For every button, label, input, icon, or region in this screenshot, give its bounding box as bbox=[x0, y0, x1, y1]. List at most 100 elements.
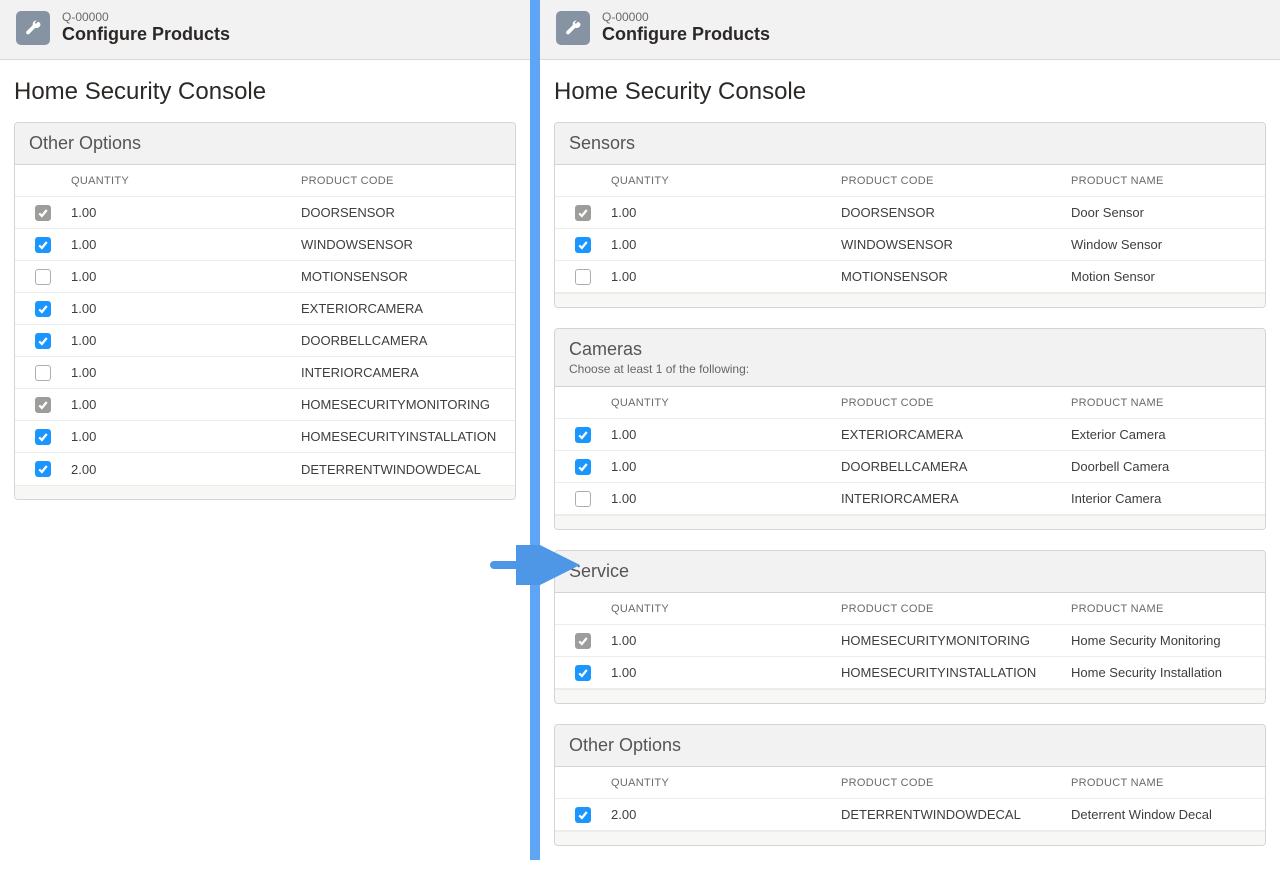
checkbox[interactable] bbox=[35, 301, 51, 317]
group-header: Cameras Choose at least 1 of the followi… bbox=[555, 329, 1265, 387]
cell-product-code: HOMESECURITYINSTALLATION bbox=[837, 659, 1067, 686]
cell-quantity: 1.00 bbox=[67, 263, 297, 290]
checkbox[interactable] bbox=[575, 491, 591, 507]
group-header: Service bbox=[555, 551, 1265, 593]
cell-quantity: 1.00 bbox=[67, 423, 297, 450]
col-quantity: QUANTITY bbox=[607, 389, 837, 417]
wrench-icon bbox=[556, 11, 590, 45]
table-row: 1.00 HOMESECURITYMONITORING Home Securit… bbox=[555, 625, 1265, 657]
table-row: 2.00 DETERRENTWINDOWDECAL bbox=[15, 453, 515, 485]
group-header: Sensors bbox=[555, 123, 1265, 165]
table-row: 1.00 WINDOWSENSOR Window Sensor bbox=[555, 229, 1265, 261]
group-header: Other Options bbox=[15, 123, 515, 165]
group-name: Sensors bbox=[569, 133, 1251, 154]
wrench-icon bbox=[16, 11, 50, 45]
cell-quantity: 1.00 bbox=[607, 199, 837, 226]
col-product-code: PRODUCT CODE bbox=[297, 167, 515, 195]
checkbox[interactable] bbox=[35, 365, 51, 381]
cell-product-name: Window Sensor bbox=[1067, 231, 1265, 258]
checkbox[interactable] bbox=[575, 237, 591, 253]
cell-quantity: 1.00 bbox=[67, 327, 297, 354]
page-title: Home Security Console bbox=[14, 78, 516, 106]
group: Service QUANTITY PRODUCT CODE PRODUCT NA… bbox=[554, 550, 1266, 704]
cell-product-name: Interior Camera bbox=[1067, 485, 1265, 512]
checkbox[interactable] bbox=[35, 429, 51, 445]
checkbox[interactable] bbox=[35, 269, 51, 285]
checkbox[interactable] bbox=[575, 427, 591, 443]
cell-quantity: 1.00 bbox=[607, 231, 837, 258]
table-row: 1.00 HOMESECURITYINSTALLATION bbox=[15, 421, 515, 453]
table-row: 1.00 DOORBELLCAMERA bbox=[15, 325, 515, 357]
cell-product-code: MOTIONSENSOR bbox=[837, 263, 1067, 290]
cell-quantity: 1.00 bbox=[67, 231, 297, 258]
panel-divider bbox=[530, 0, 540, 860]
table-row: 1.00 MOTIONSENSOR Motion Sensor bbox=[555, 261, 1265, 293]
cell-product-code: DETERRENTWINDOWDECAL bbox=[297, 456, 515, 483]
table-row: 1.00 MOTIONSENSOR bbox=[15, 261, 515, 293]
table-row: 1.00 EXTERIORCAMERA bbox=[15, 293, 515, 325]
column-headers: QUANTITY PRODUCT CODE PRODUCT NAME bbox=[555, 767, 1265, 799]
page-title: Home Security Console bbox=[554, 78, 1266, 106]
cell-product-code: MOTIONSENSOR bbox=[297, 263, 515, 290]
cell-product-code: EXTERIORCAMERA bbox=[297, 295, 515, 322]
cell-quantity: 1.00 bbox=[607, 263, 837, 290]
cell-product-code: INTERIORCAMERA bbox=[297, 359, 515, 386]
checkbox bbox=[35, 205, 51, 221]
cell-product-code: HOMESECURITYMONITORING bbox=[297, 391, 515, 418]
breadcrumb: Q-00000 bbox=[602, 10, 770, 24]
col-quantity: QUANTITY bbox=[67, 167, 297, 195]
cell-product-name: Home Security Monitoring bbox=[1067, 627, 1265, 654]
checkbox[interactable] bbox=[35, 333, 51, 349]
col-product-code: PRODUCT CODE bbox=[837, 167, 1067, 195]
cell-quantity: 1.00 bbox=[67, 359, 297, 386]
cell-product-code: DOORBELLCAMERA bbox=[297, 327, 515, 354]
checkbox[interactable] bbox=[35, 461, 51, 477]
checkbox bbox=[575, 205, 591, 221]
cell-product-code: HOMESECURITYMONITORING bbox=[837, 627, 1067, 654]
table-row: 2.00 DETERRENTWINDOWDECAL Deterrent Wind… bbox=[555, 799, 1265, 831]
group-name: Other Options bbox=[29, 133, 501, 154]
col-product-name: PRODUCT NAME bbox=[1067, 595, 1265, 623]
cell-quantity: 1.00 bbox=[607, 453, 837, 480]
checkbox[interactable] bbox=[575, 807, 591, 823]
group-name: Other Options bbox=[569, 735, 1251, 756]
cell-quantity: 1.00 bbox=[607, 627, 837, 654]
cell-quantity: 1.00 bbox=[607, 485, 837, 512]
cell-product-code: HOMESECURITYINSTALLATION bbox=[297, 423, 515, 450]
table-row: 1.00 INTERIORCAMERA bbox=[15, 357, 515, 389]
header: Q-00000 Configure Products bbox=[0, 0, 530, 60]
cell-product-code: INTERIORCAMERA bbox=[837, 485, 1067, 512]
group-footer bbox=[555, 689, 1265, 703]
cell-product-code: EXTERIORCAMERA bbox=[837, 421, 1067, 448]
page-title-header: Configure Products bbox=[602, 24, 770, 45]
group-footer bbox=[555, 831, 1265, 845]
col-product-name: PRODUCT NAME bbox=[1067, 389, 1265, 417]
checkbox bbox=[575, 633, 591, 649]
col-product-code: PRODUCT CODE bbox=[837, 769, 1067, 797]
checkbox[interactable] bbox=[575, 459, 591, 475]
group: Other Options QUANTITY PRODUCT CODE PROD… bbox=[554, 724, 1266, 846]
col-product-name: PRODUCT NAME bbox=[1067, 167, 1265, 195]
checkbox[interactable] bbox=[575, 269, 591, 285]
table-row: 1.00 INTERIORCAMERA Interior Camera bbox=[555, 483, 1265, 515]
cell-quantity: 1.00 bbox=[607, 421, 837, 448]
table-row: 1.00 HOMESECURITYINSTALLATION Home Secur… bbox=[555, 657, 1265, 689]
group-name: Cameras bbox=[569, 339, 1251, 360]
cell-quantity: 1.00 bbox=[67, 391, 297, 418]
group-name: Service bbox=[569, 561, 1251, 582]
group-header: Other Options bbox=[555, 725, 1265, 767]
group-footer bbox=[555, 515, 1265, 529]
column-headers: QUANTITY PRODUCT CODE PRODUCT NAME bbox=[555, 593, 1265, 625]
checkbox bbox=[35, 397, 51, 413]
cell-product-code: DOORSENSOR bbox=[297, 199, 515, 226]
cell-quantity: 2.00 bbox=[607, 801, 837, 828]
panel-after: Q-00000 Configure Products Home Security… bbox=[540, 0, 1280, 860]
table-row: 1.00 EXTERIORCAMERA Exterior Camera bbox=[555, 419, 1265, 451]
checkbox[interactable] bbox=[575, 665, 591, 681]
table-row: 1.00 DOORSENSOR Door Sensor bbox=[555, 197, 1265, 229]
column-headers: QUANTITY PRODUCT CODE PRODUCT NAME bbox=[555, 165, 1265, 197]
checkbox[interactable] bbox=[35, 237, 51, 253]
page-title-header: Configure Products bbox=[62, 24, 230, 45]
cell-product-code: DETERRENTWINDOWDECAL bbox=[837, 801, 1067, 828]
cell-product-name: Doorbell Camera bbox=[1067, 453, 1265, 480]
